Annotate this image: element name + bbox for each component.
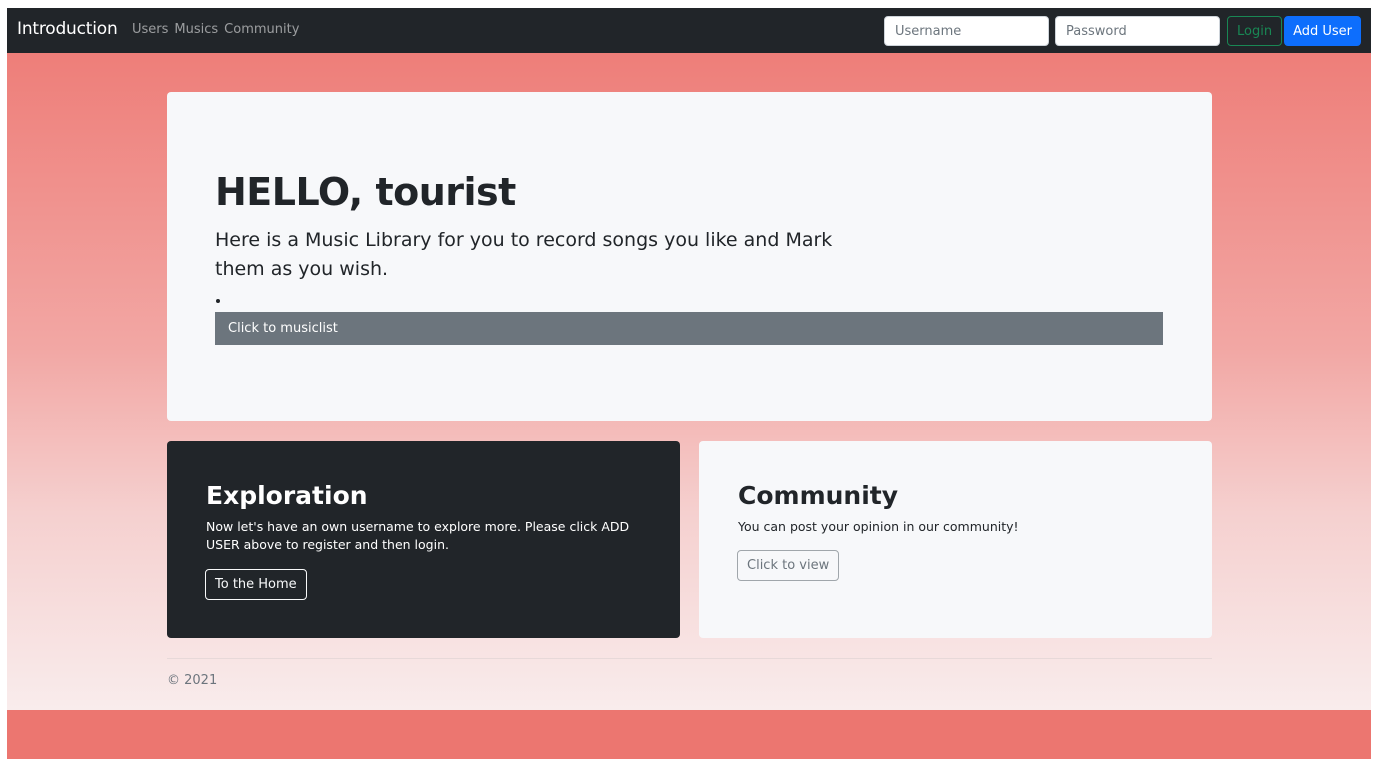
username-input[interactable] xyxy=(883,16,1049,46)
exploration-card: Exploration Now let's have an own userna… xyxy=(167,441,680,638)
page-frame: Introduction Users Musics Community Logi… xyxy=(7,8,1371,759)
bottom-band xyxy=(7,710,1371,759)
click-to-view-button[interactable]: Click to view xyxy=(737,550,840,581)
to-home-button[interactable]: To the Home xyxy=(205,569,307,600)
nav-link-users[interactable]: Users xyxy=(132,22,168,37)
password-input[interactable] xyxy=(1054,16,1220,46)
top-navbar: Introduction Users Musics Community Logi… xyxy=(7,8,1371,53)
footer-copyright: © 2021 xyxy=(167,673,218,688)
list-bullet xyxy=(216,299,220,303)
add-user-button[interactable]: Add User xyxy=(1284,16,1361,46)
navbar-brand[interactable]: Introduction xyxy=(17,19,118,39)
login-form: Login Add User xyxy=(883,16,1361,46)
nav-link-community[interactable]: Community xyxy=(224,22,299,37)
nav-link-musics[interactable]: Musics xyxy=(174,22,218,37)
hero-lead: Here is a Music Library for you to recor… xyxy=(215,229,833,280)
footer-divider xyxy=(167,658,1212,659)
musiclist-button[interactable]: Click to musiclist xyxy=(215,312,1163,345)
login-button[interactable]: Login xyxy=(1226,16,1283,46)
community-title: Community xyxy=(738,481,899,510)
community-text: You can post your opinion in our communi… xyxy=(738,519,1019,534)
nav-links: Users Musics Community xyxy=(132,22,305,37)
community-card: Community You can post your opinion in o… xyxy=(699,441,1212,638)
exploration-text: Now let's have an own username to explor… xyxy=(206,519,630,552)
hero-jumbotron: HELLO, tourist Here is a Music Library f… xyxy=(167,92,1212,421)
hero-title: HELLO, tourist xyxy=(215,170,516,214)
exploration-title: Exploration xyxy=(206,481,368,510)
